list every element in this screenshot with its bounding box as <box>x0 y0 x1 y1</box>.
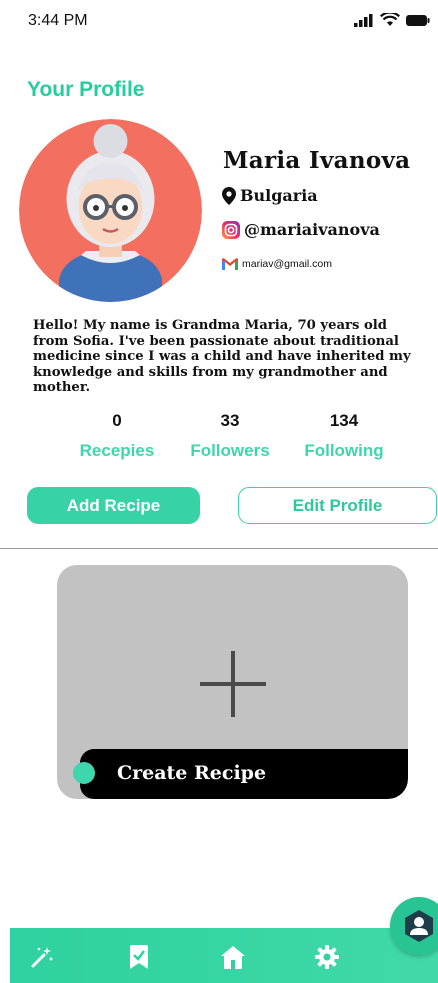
instagram-handle[interactable]: @mariaivanova <box>244 220 380 239</box>
email-row[interactable]: mariav@gmail.com <box>222 258 332 270</box>
stat-value: 33 <box>220 411 240 430</box>
stat-value: 0 <box>112 411 122 430</box>
divider <box>0 548 438 549</box>
location-text: Bulgaria <box>240 186 318 205</box>
stat-recipes[interactable]: 0 Recepies <box>57 411 177 461</box>
location-row: Bulgaria <box>222 186 318 205</box>
stat-followers[interactable]: 33 Followers <box>170 411 290 461</box>
battery-icon <box>406 14 430 26</box>
home-icon <box>221 946 245 969</box>
instagram-icon <box>222 220 240 239</box>
stat-value: 134 <box>329 411 359 430</box>
create-recipe-label: Create Recipe <box>117 762 267 784</box>
instagram-row[interactable]: @mariaivanova <box>222 220 380 239</box>
nav-home[interactable] <box>218 942 248 972</box>
bio-line: medicine since I was a child and have in… <box>33 349 411 364</box>
email-text[interactable]: mariav@gmail.com <box>242 258 332 270</box>
stat-label: Following <box>304 441 384 460</box>
bio-line: Hello! My name is Grandma Maria, 70 year… <box>33 318 388 333</box>
nav-bookmarks[interactable] <box>124 942 154 972</box>
status-time: 3:44 PM <box>28 12 88 29</box>
create-recipe-card[interactable]: Create Recipe <box>57 565 408 799</box>
bio: Hello! My name is Grandma Maria, 70 year… <box>33 318 428 396</box>
avatar <box>19 119 202 302</box>
status-icons <box>354 13 430 27</box>
edit-profile-button[interactable]: Edit Profile <box>238 487 437 524</box>
gmail-icon <box>222 258 238 270</box>
bio-line: knowledge and skills from my grandmother… <box>33 364 388 380</box>
status-bar: 3:44 PM <box>0 0 438 40</box>
stat-following[interactable]: 134 Following <box>284 411 404 461</box>
magic-wand-icon <box>31 947 53 968</box>
signal-icon <box>354 13 373 27</box>
location-pin-icon <box>222 186 236 205</box>
profile-icon <box>405 910 433 942</box>
card-dot <box>73 762 95 784</box>
nav-magic[interactable] <box>27 942 57 972</box>
bio-line: from Sofia. I've been passionate about t… <box>33 333 399 349</box>
add-recipe-button[interactable]: Add Recipe <box>27 487 200 524</box>
wifi-icon <box>380 13 400 26</box>
nav-settings[interactable] <box>312 942 342 972</box>
bottom-nav <box>10 928 438 983</box>
profile-fab[interactable] <box>390 897 438 955</box>
bio-line: mother. <box>33 380 91 395</box>
page-title: Your Profile <box>27 78 145 101</box>
stat-label: Followers <box>190 441 270 460</box>
bookmark-icon <box>130 945 148 969</box>
plus-icon <box>200 651 266 717</box>
stat-label: Recepies <box>79 441 155 460</box>
profile-name: Maria Ivanova <box>223 147 411 174</box>
gear-icon <box>315 945 339 969</box>
